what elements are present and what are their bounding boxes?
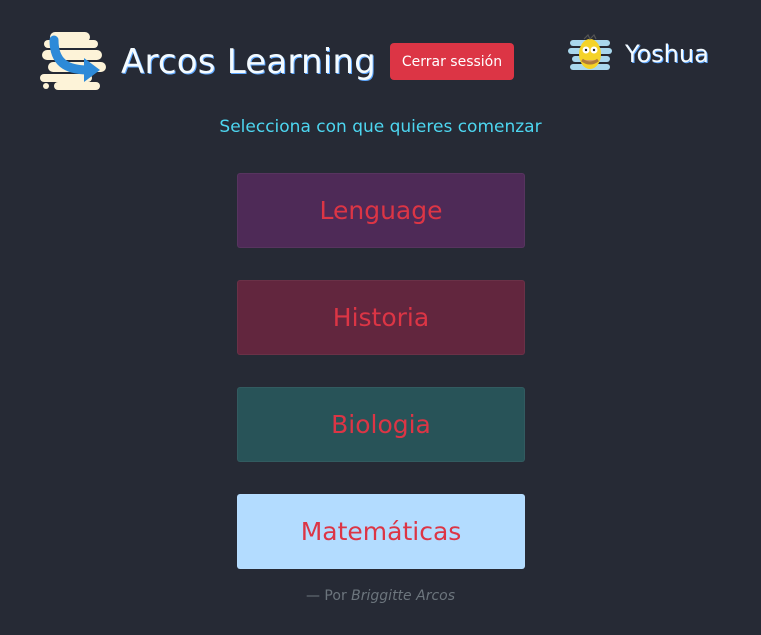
logout-button[interactable]: Cerrar sessión: [390, 43, 514, 80]
page: Arcos Learning Cerrar sessión Yoshua Sel…: [0, 0, 761, 635]
credit-author: Briggitte Arcos: [351, 588, 456, 604]
credit-prefix: — Por: [305, 588, 347, 604]
credit-text: — Por Briggitte Arcos: [0, 588, 761, 604]
brand-title: Arcos Learning: [121, 42, 376, 82]
arcos-logo-icon: [40, 32, 106, 90]
subject-button-matematicas[interactable]: Matemáticas: [237, 494, 525, 569]
subject-button-biologia[interactable]: Biologia: [237, 387, 525, 462]
avatar[interactable]: [568, 32, 612, 76]
prompt-text: Selecciona con que quieres comenzar: [219, 117, 542, 137]
subject-button-historia[interactable]: Historia: [237, 280, 525, 355]
username: Yoshua: [625, 40, 709, 68]
subject-button-lenguage[interactable]: Lenguage: [237, 173, 525, 248]
